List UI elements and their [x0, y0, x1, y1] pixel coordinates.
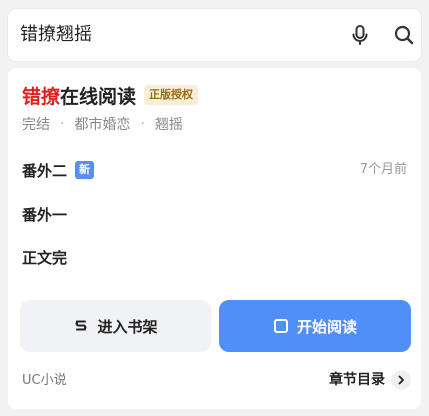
bookshelf-icon — [76, 320, 87, 331]
toc-link[interactable]: 章节目录 — [329, 368, 411, 392]
add-to-shelf-button[interactable]: 进入书架 — [20, 300, 211, 352]
mic-icon[interactable] — [348, 23, 372, 47]
meta-separator: · — [140, 116, 145, 132]
chevron-right-icon — [391, 370, 411, 390]
new-badge: 新 — [75, 161, 95, 179]
source-label: UC小说 — [22, 373, 67, 388]
book-square-icon — [273, 319, 288, 333]
search-bar[interactable]: 错撩翘摇 — [8, 9, 421, 61]
novel-result-card: 错撩在线阅读 正版授权 完结 · 都市婚恋 · 翘摇 番外二 新 7个月前 番外… — [8, 68, 421, 409]
chapter-time: 7个月前 — [359, 162, 407, 177]
meta-separator: · — [60, 116, 65, 132]
meta-author: 翘摇 — [154, 117, 183, 133]
read-button-label: 开始阅读 — [296, 317, 357, 336]
chapter-item[interactable]: 番外一 — [22, 202, 67, 226]
chapter-name: 番外二 — [22, 161, 68, 180]
search-icon[interactable] — [392, 23, 416, 47]
shelf-button-label: 进入书架 — [97, 317, 158, 336]
toc-link-label: 章节目录 — [329, 372, 385, 388]
title-highlight: 错撩 — [22, 85, 61, 108]
meta-category: 都市婚恋 — [74, 117, 131, 133]
start-reading-button[interactable]: 开始阅读 — [219, 300, 411, 352]
meta-status: 完结 — [22, 117, 50, 133]
search-input[interactable]: 错撩翘摇 — [20, 9, 92, 61]
chapter-name: 正文完 — [22, 248, 68, 267]
novel-title[interactable]: 错撩在线阅读 — [22, 82, 136, 109]
meta-row: 完结 · 都市婚恋 · 翘摇 — [22, 114, 183, 134]
title-rest: 在线阅读 — [60, 85, 137, 108]
title-row: 错撩在线阅读 正版授权 — [22, 80, 199, 110]
auth-badge: 正版授权 — [144, 85, 199, 105]
chapter-item[interactable]: 番外二 新 — [22, 158, 95, 182]
chapter-name: 番外一 — [22, 205, 68, 224]
chapter-item[interactable]: 正文完 — [22, 245, 67, 269]
